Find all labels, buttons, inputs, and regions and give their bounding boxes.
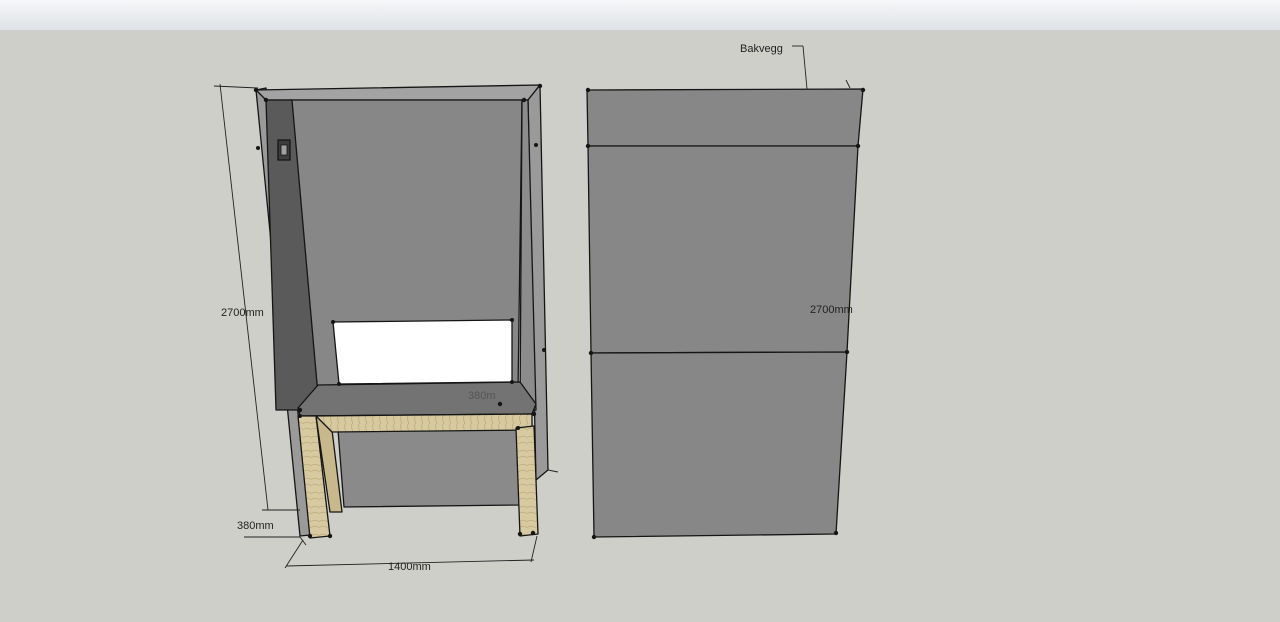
back-wall-bottom-panel: [590, 351, 848, 538]
desk-top: [297, 381, 537, 417]
back-wall-top-panel: [586, 88, 864, 147]
cabinet-model: [253, 83, 549, 539]
window-opening: [332, 319, 513, 385]
height-dimension-label: 2700mm: [221, 307, 264, 319]
height-dimension-line: [219, 83, 269, 511]
depth-dimension-label: 380mm: [237, 520, 274, 532]
sketchup-model-view: 2700mm 380mm 1400mm 380m Bakvegg 2700mm: [213, 43, 866, 573]
back-wall-middle-panel: [587, 145, 859, 354]
width-dimension-label: 1400mm: [388, 561, 431, 573]
back-wall-leader: [792, 45, 851, 90]
top-panel: [255, 84, 541, 101]
back-wall-label: Bakvegg: [740, 43, 783, 55]
wood-rail: [315, 413, 533, 433]
shelf-dimension-label: 380m: [468, 390, 496, 402]
lower-back-panel: [337, 427, 523, 508]
wood-leg-right: [515, 425, 539, 537]
back-wall-height-label: 2700mm: [810, 304, 853, 316]
